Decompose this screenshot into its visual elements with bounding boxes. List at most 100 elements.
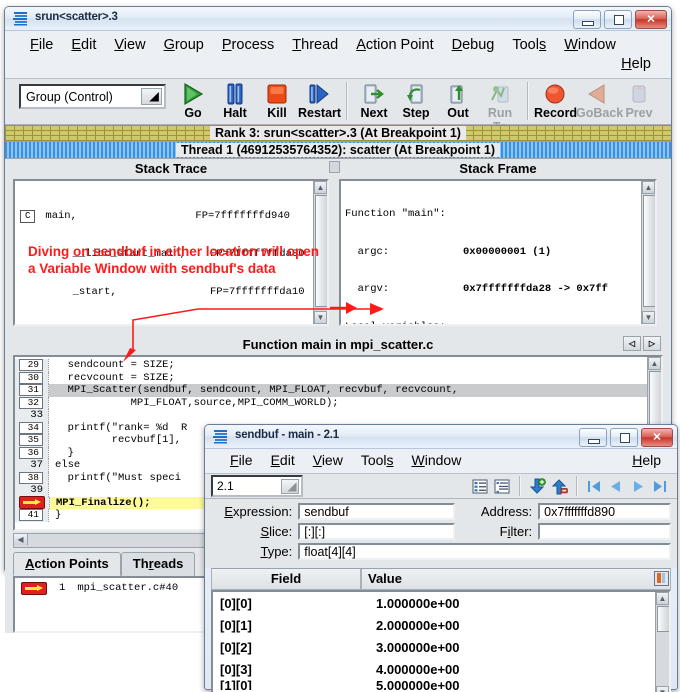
breakpoint-marker[interactable] bbox=[15, 496, 50, 510]
out-button[interactable]: Out bbox=[437, 79, 479, 120]
line-code[interactable]: MPI_FLOAT,source,MPI_COMM_WORLD); bbox=[49, 397, 661, 410]
value-row[interactable]: [0][3] 4.000000e+00 bbox=[213, 658, 669, 680]
source-line[interactable]: 29 sendcount = SIZE; bbox=[15, 359, 661, 372]
line-code[interactable] bbox=[49, 409, 661, 422]
compress-list-icon[interactable] bbox=[469, 477, 491, 495]
record-button[interactable]: Record bbox=[534, 79, 577, 120]
line-number[interactable]: 38 bbox=[15, 471, 49, 484]
minimize-button[interactable] bbox=[573, 10, 601, 29]
kill-button[interactable]: Kill bbox=[256, 79, 298, 120]
undive-icon[interactable] bbox=[548, 477, 570, 495]
line-number[interactable]: 41 bbox=[15, 509, 49, 522]
line-number[interactable]: 36 bbox=[15, 446, 49, 459]
vmenu-help[interactable]: Help bbox=[632, 452, 661, 468]
value-row[interactable]: [0][1] 2.000000e+00 bbox=[213, 614, 669, 636]
thread-selector[interactable]: 2.1 ◢ bbox=[211, 475, 303, 497]
menu-thread[interactable]: Thread bbox=[283, 35, 347, 55]
close-button[interactable]: ✕ bbox=[641, 428, 673, 447]
maximize-button[interactable] bbox=[610, 428, 638, 447]
dropdown-arrow-icon[interactable]: ◢ bbox=[141, 88, 162, 105]
pane-splitter-grip[interactable] bbox=[329, 161, 340, 173]
prev-button[interactable]: Prev bbox=[618, 79, 660, 120]
menu-help[interactable]: Help bbox=[621, 56, 651, 72]
menu-view[interactable]: View bbox=[105, 35, 154, 55]
column-header-value[interactable]: Value bbox=[361, 569, 671, 590]
source-line-current[interactable]: 31 MPI_Scatter(sendbuf, sendcount, MPI_F… bbox=[15, 384, 661, 397]
value-row[interactable]: [1][0] 5.000000e+00 bbox=[213, 680, 669, 690]
column-header-field[interactable]: Field bbox=[211, 569, 361, 590]
scroll-up-icon[interactable]: ▲ bbox=[314, 181, 327, 194]
slice-input[interactable]: [:][:] bbox=[298, 523, 455, 540]
line-number[interactable]: 33 bbox=[15, 409, 49, 422]
expand-list-icon[interactable] bbox=[491, 477, 513, 495]
expression-input[interactable]: sendbuf bbox=[298, 503, 455, 520]
scroll-down-icon[interactable]: ▼ bbox=[656, 686, 669, 692]
scrollbar-thumb[interactable] bbox=[657, 606, 669, 632]
scroll-up-icon[interactable]: ▲ bbox=[656, 592, 669, 605]
stack-trace-row[interactable]: _start, FP=7fffffffda10 bbox=[20, 286, 327, 299]
tab-action-points[interactable]: AAction Pointsction Points bbox=[13, 552, 121, 576]
value-grid-scrollbar[interactable]: ▲ ▼ bbox=[655, 592, 669, 692]
menu-window[interactable]: Window bbox=[555, 35, 625, 55]
type-input[interactable]: float[4][4] bbox=[298, 543, 671, 560]
first-icon[interactable] bbox=[583, 477, 605, 495]
next-button[interactable]: Next bbox=[353, 79, 395, 120]
line-code[interactable]: sendcount = SIZE; bbox=[49, 359, 661, 372]
group-selector[interactable]: Group (Control) ◢ bbox=[19, 84, 166, 109]
line-number[interactable]: 31 bbox=[15, 384, 49, 397]
last-icon[interactable] bbox=[649, 477, 671, 495]
close-button[interactable]: ✕ bbox=[635, 10, 667, 29]
vmenu-tools[interactable]: Tools bbox=[352, 452, 403, 468]
menu-action-point[interactable]: Action Point bbox=[347, 35, 442, 55]
next-frame-icon[interactable]: ▷ bbox=[643, 336, 661, 351]
goback-button[interactable]: GoBack bbox=[576, 79, 623, 120]
source-line[interactable]: 33 bbox=[15, 409, 661, 422]
vmenu-edit[interactable]: Edit bbox=[262, 452, 304, 468]
line-number[interactable]: 32 bbox=[15, 396, 49, 409]
scroll-down-icon[interactable]: ▼ bbox=[642, 311, 655, 324]
line-number[interactable]: 35 bbox=[15, 434, 49, 447]
maximize-button[interactable] bbox=[604, 10, 632, 29]
vmenu-file[interactable]: File bbox=[221, 452, 262, 468]
menu-tools[interactable]: Tools bbox=[503, 35, 555, 55]
menu-process[interactable]: Process bbox=[213, 35, 283, 55]
menu-debug[interactable]: Debug bbox=[443, 35, 504, 55]
dropdown-arrow-icon[interactable]: ◢ bbox=[281, 479, 299, 494]
line-code[interactable]: MPI_Scatter(sendbuf, sendcount, MPI_FLOA… bbox=[49, 384, 661, 397]
vmenu-window[interactable]: Window bbox=[403, 452, 471, 468]
vmenu-view[interactable]: View bbox=[304, 452, 352, 468]
stack-frame-row[interactable]: argc: 0x00000001 (1) bbox=[345, 246, 655, 259]
line-number[interactable]: 37 bbox=[15, 459, 49, 472]
source-line[interactable]: 32 MPI_FLOAT,source,MPI_COMM_WORLD); bbox=[15, 396, 661, 410]
minimize-button[interactable] bbox=[579, 428, 607, 447]
stack-frame-list[interactable]: Function "main": argc: 0x00000001 (1) arg… bbox=[339, 179, 657, 326]
variable-window-titlebar[interactable]: sendbuf - main - 2.1 ✕ bbox=[205, 425, 677, 449]
value-row[interactable]: [0][0] 1.000000e+00 bbox=[213, 592, 669, 614]
line-number[interactable]: 30 bbox=[15, 371, 49, 384]
tab-threads[interactable]: Threads bbox=[120, 552, 196, 576]
stack-trace-row[interactable]: C main, FP=7fffffffd940 bbox=[20, 210, 327, 223]
value-row[interactable]: [0][2] 3.000000e+00 bbox=[213, 636, 669, 658]
next-icon[interactable] bbox=[627, 477, 649, 495]
halt-button[interactable]: Halt bbox=[214, 79, 256, 120]
step-button[interactable]: Step bbox=[395, 79, 437, 120]
line-number[interactable]: 29 bbox=[15, 359, 49, 372]
scroll-left-icon[interactable]: ◀ bbox=[14, 534, 28, 545]
prev-frame-icon[interactable]: ◁ bbox=[623, 336, 641, 351]
source-line[interactable]: 30 recvcount = SIZE; bbox=[15, 371, 661, 385]
line-number[interactable]: 39 bbox=[15, 484, 49, 497]
stack-frame-scrollbar[interactable]: ▲ ▼ bbox=[641, 181, 655, 324]
scrollbar-thumb[interactable] bbox=[643, 195, 655, 307]
scroll-up-icon[interactable]: ▲ bbox=[648, 357, 661, 370]
restart-button[interactable]: Restart bbox=[298, 79, 341, 120]
previous-icon[interactable] bbox=[605, 477, 627, 495]
address-input[interactable]: 0x7fffffffd890 bbox=[538, 503, 671, 520]
line-number[interactable]: 34 bbox=[15, 421, 49, 434]
filter-input[interactable] bbox=[538, 523, 671, 540]
menu-edit[interactable]: Edit bbox=[62, 35, 105, 55]
main-titlebar[interactable]: srun<scatter>.3 ✕ bbox=[5, 7, 671, 31]
line-code[interactable]: recvcount = SIZE; bbox=[49, 372, 661, 385]
menu-group[interactable]: Group bbox=[155, 35, 213, 55]
scroll-down-icon[interactable]: ▼ bbox=[314, 311, 327, 324]
scroll-up-icon[interactable]: ▲ bbox=[642, 181, 655, 194]
